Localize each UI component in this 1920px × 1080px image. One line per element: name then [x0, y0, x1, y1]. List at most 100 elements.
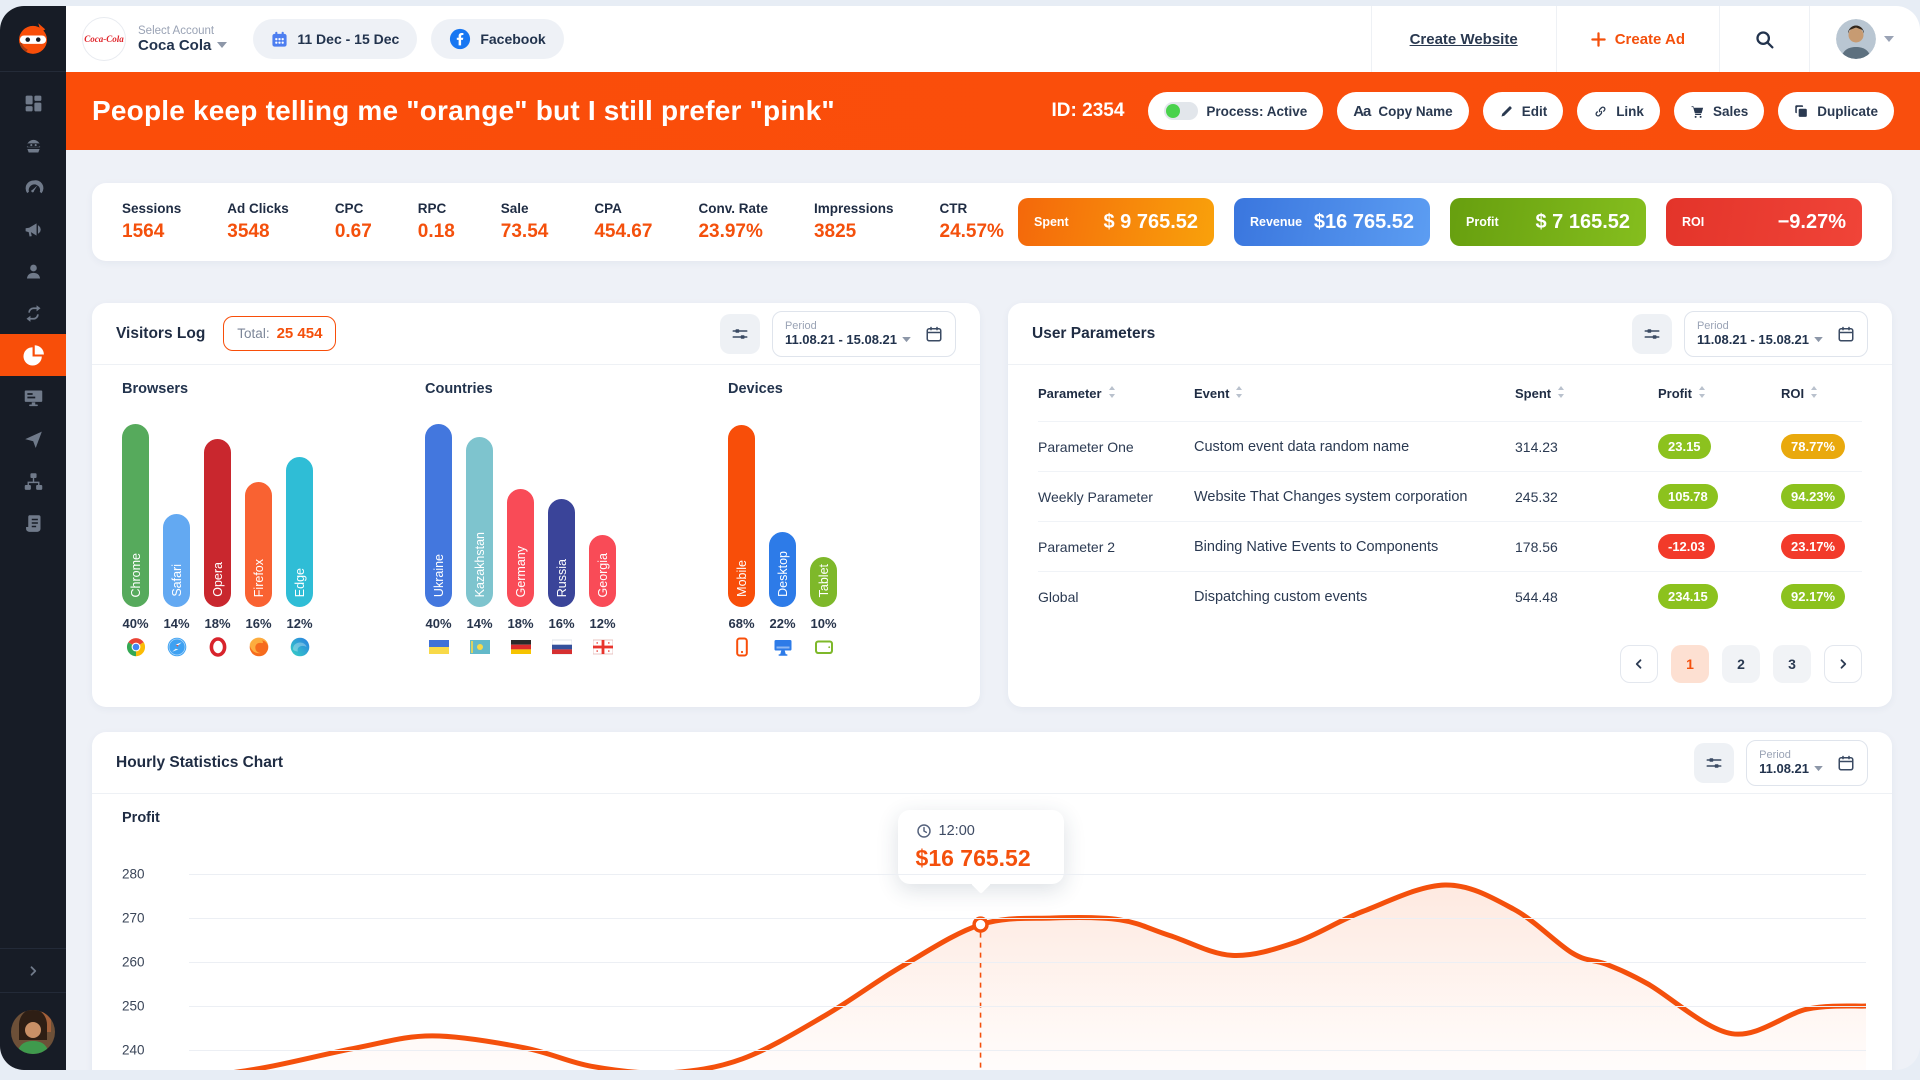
bar-edge: Edge 12%: [286, 421, 313, 657]
date-range-picker[interactable]: 11 Dec - 15 Dec: [253, 19, 417, 59]
sidebar-item-ninja-account[interactable]: [0, 124, 66, 166]
card-roi: ROI−9.27%: [1666, 198, 1862, 246]
column-spent[interactable]: Spent: [1515, 386, 1658, 401]
facebook-icon: [449, 28, 471, 50]
profit-line-chart: [189, 856, 1866, 1070]
sidebar-item-reports-monitor[interactable]: [0, 376, 66, 418]
sidebar-item-messages-send[interactable]: [0, 418, 66, 460]
search-icon: [1754, 29, 1775, 50]
table-row[interactable]: Global Dispatching custom events 544.48 …: [1038, 571, 1862, 621]
y-axis-tick: 270: [122, 911, 170, 926]
column-profit[interactable]: Profit: [1658, 386, 1781, 401]
edit-button[interactable]: Edit: [1483, 92, 1564, 130]
process-toggle[interactable]: [1164, 102, 1198, 120]
ninja-logo-icon[interactable]: [0, 6, 66, 72]
bar-chart-devices: Devices Mobile 68% Desktop 22% Tablet 10…: [728, 381, 837, 657]
visitors-total-badge: Total: 25 454: [223, 316, 336, 351]
pagination-prev[interactable]: [1620, 645, 1658, 683]
copy-name-button[interactable]: AaCopy Name: [1337, 92, 1468, 130]
params-period-selector[interactable]: Period 11.08.21 - 15.08.21: [1684, 311, 1868, 357]
table-row[interactable]: Parameter One Custom event data random n…: [1038, 421, 1862, 471]
link-button[interactable]: Link: [1577, 92, 1660, 130]
pagination-page-3[interactable]: 3: [1773, 645, 1811, 683]
table-row[interactable]: Weekly Parameter Website That Changes sy…: [1038, 471, 1862, 521]
pencil-icon: [1499, 104, 1514, 119]
column-roi[interactable]: ROI: [1781, 386, 1862, 401]
sidebar-item-automation-sync[interactable]: [0, 292, 66, 334]
user-parameters-title: User Parameters: [1032, 325, 1155, 343]
account-selector[interactable]: Select Account Coca Cola: [138, 25, 227, 54]
desktop-icon: [773, 637, 793, 657]
sidebar-item-campaigns-megaphone[interactable]: [0, 208, 66, 250]
sidebar-item-logs-scroll[interactable]: [0, 502, 66, 544]
calendar-icon: [925, 325, 943, 343]
process-toggle-button[interactable]: Process: Active: [1148, 92, 1323, 130]
flag-georgia-icon: [593, 637, 613, 657]
sidebar-item-users[interactable]: [0, 250, 66, 292]
create-ad-button[interactable]: Create Ad: [1557, 31, 1719, 48]
safari-icon: [167, 637, 187, 657]
main-content: Sessions1564Ad Clicks3548CPC0.67RPC0.18S…: [66, 150, 1920, 1070]
roi-badge: 92.17%: [1781, 584, 1845, 609]
y-axis-tick: 250: [122, 999, 170, 1014]
gridline: [189, 962, 1866, 963]
caret-down-icon: [1884, 36, 1894, 43]
column-event[interactable]: Event: [1194, 386, 1515, 401]
stat-sale: Sale73.54: [501, 201, 549, 243]
caret-down-icon: [1814, 766, 1823, 772]
chart-marker[interactable]: [974, 918, 987, 931]
table-row[interactable]: Parameter 2 Binding Native Events to Com…: [1038, 521, 1862, 571]
cart-icon: [1690, 104, 1705, 119]
sidebar-item-dashboard[interactable]: [0, 82, 66, 124]
bar-russia: Russia 16%: [548, 421, 575, 657]
flag-kazakhstan-icon: [470, 637, 490, 657]
caret-down-icon: [902, 337, 911, 343]
visitors-filter-button[interactable]: [720, 314, 760, 354]
sales-button[interactable]: Sales: [1674, 92, 1764, 130]
duplicate-button[interactable]: Duplicate: [1778, 92, 1894, 130]
visitors-log-panel: Visitors Log Total: 25 454 Period 11.08.…: [92, 303, 980, 707]
card-profit: Profit$ 7 165.52: [1450, 198, 1646, 246]
stat-cpc: CPC0.67: [335, 201, 372, 243]
sidebar: [0, 6, 66, 1070]
y-axis-tick: 260: [122, 955, 170, 970]
sidebar-collapse-chevron-icon[interactable]: [0, 948, 66, 992]
user-parameters-panel: User Parameters Period 11.08.21 - 15.08.…: [1008, 303, 1892, 707]
campaign-banner: People keep telling me "orange" but I st…: [66, 72, 1920, 150]
visitors-bar-charts: Browsers Chrome 40% Safari 14% Opera 18%…: [92, 365, 980, 657]
calendar-icon: [271, 31, 288, 48]
roi-badge: 23.17%: [1781, 534, 1845, 559]
sidebar-nav: [0, 82, 66, 544]
params-filter-button[interactable]: [1632, 314, 1672, 354]
user-menu[interactable]: [1810, 19, 1920, 59]
card-revenue: Revenue$16 765.52: [1234, 198, 1430, 246]
plus-icon: [1591, 32, 1606, 47]
bar-firefox: Firefox 16%: [245, 421, 272, 657]
sidebar-item-structure-sitemap[interactable]: [0, 460, 66, 502]
pagination-page-2[interactable]: 2: [1722, 645, 1760, 683]
hourly-filter-button[interactable]: [1694, 743, 1734, 783]
kpi-stats-panel: Sessions1564Ad Clicks3548CPC0.67RPC0.18S…: [92, 183, 1892, 261]
sort-icon: [1108, 386, 1116, 401]
profit-badge: 234.15: [1658, 584, 1718, 609]
pagination-next[interactable]: [1824, 645, 1862, 683]
top-header: Coca-Cola Select Account Coca Cola 11 De…: [66, 6, 1920, 72]
pagination-page-1[interactable]: 1: [1671, 645, 1709, 683]
tablet-icon: [814, 637, 834, 657]
sidebar-item-statistics-pie[interactable]: [0, 334, 66, 376]
channel-facebook-button[interactable]: Facebook: [431, 19, 563, 59]
bar-germany: Germany 18%: [507, 421, 534, 657]
visitors-period-selector[interactable]: Period 11.08.21 - 15.08.21: [772, 311, 956, 357]
hourly-period-selector[interactable]: Period 11.08.21: [1746, 740, 1868, 786]
roi-badge: 94.23%: [1781, 484, 1845, 509]
create-website-link[interactable]: Create Website: [1372, 31, 1556, 48]
sidebar-item-performance-gauge[interactable]: [0, 166, 66, 208]
edge-icon: [290, 637, 310, 657]
column-parameter[interactable]: Parameter: [1038, 386, 1194, 401]
stat-ctr: CTR24.57%: [940, 201, 1004, 243]
secondary-avatar[interactable]: [0, 992, 66, 1070]
channel-label: Facebook: [480, 31, 545, 47]
search-button[interactable]: [1720, 29, 1809, 50]
clock-icon: [916, 823, 932, 839]
stat-ad-clicks: Ad Clicks3548: [227, 201, 289, 243]
